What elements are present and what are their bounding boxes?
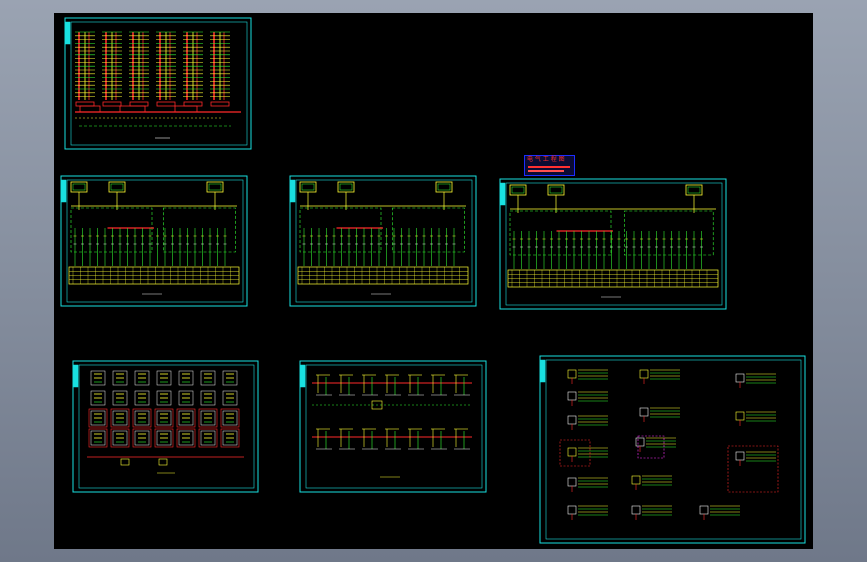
cad-drawing-svg[interactable] — [54, 13, 813, 549]
sheet-circuit-layout[interactable] — [299, 360, 487, 493]
sheet-detail-legend-sheet[interactable] — [539, 355, 806, 544]
drawing-canvas[interactable]: 电 气 工 程 图 — [54, 13, 813, 549]
title-tag-text: 电 气 工 程 图 — [527, 156, 565, 163]
sheet-floor-plan-grid[interactable] — [72, 360, 259, 493]
sheet-distribution-panel-3[interactable] — [499, 178, 727, 310]
sheet-distribution-panel-2[interactable] — [289, 175, 477, 307]
sheet-distribution-panel-1[interactable] — [60, 175, 248, 307]
title-tag-line-2 — [528, 170, 564, 172]
sheet-riser-diagram[interactable] — [64, 17, 252, 150]
title-tag-line — [528, 166, 570, 168]
title-tag[interactable]: 电 气 工 程 图 — [524, 155, 575, 176]
